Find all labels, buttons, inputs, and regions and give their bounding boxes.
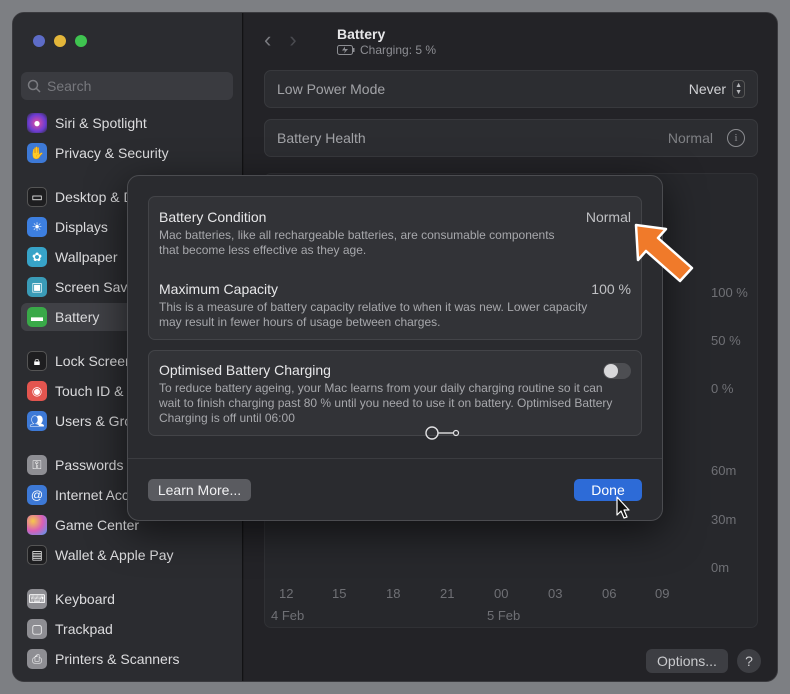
sidebar-item-label: Game Center — [55, 517, 140, 533]
learn-more-button[interactable]: Learn More... — [148, 479, 251, 501]
charging-battery-icon — [337, 45, 355, 55]
wallet-icon: ▤ — [27, 545, 47, 565]
date-label: 4 Feb — [271, 608, 305, 623]
page-title: Battery — [337, 26, 386, 42]
chevron-updown-icon: ▲ ▼ — [732, 80, 745, 98]
sidebar-item-label: Printers & Scanners — [55, 651, 180, 667]
sidebar-item-label: Battery — [55, 309, 100, 325]
battery-condition-card: Battery Condition Normal Mac batteries, … — [148, 196, 642, 340]
printer-icon: ⎙ — [27, 649, 47, 669]
battery-condition-title: Battery Condition — [159, 209, 267, 225]
sun-icon: ☀ — [27, 217, 47, 237]
battery-condition-description: Mac batteries, like all rechargeable bat… — [159, 228, 555, 257]
low-power-value: Never — [688, 81, 727, 97]
charging-status: Charging: 5 % — [360, 43, 437, 57]
optimised-charging-description: To reduce battery ageing, your Mac learn… — [159, 381, 613, 425]
sheet-divider — [128, 458, 662, 459]
sidebar-item-label: Privacy & Security — [55, 145, 169, 161]
flower-icon: ✿ — [27, 247, 47, 267]
dock-icon: ▭ — [27, 187, 47, 207]
battery-health-label: Battery Health — [277, 130, 366, 146]
optimised-charging-title: Optimised Battery Charging — [159, 362, 331, 378]
search-input[interactable] — [47, 78, 217, 94]
at-icon: @ — [27, 485, 47, 505]
key-icon: ⚿ — [27, 455, 47, 475]
x-tick-label: 18 — [386, 586, 401, 601]
x-tick-label: 15 — [332, 586, 347, 601]
sidebar-item-label: Lock Screen — [55, 353, 133, 369]
sidebar-item-wallet[interactable]: ▤ Wallet & Apple Pay — [21, 541, 235, 569]
battery-health-row: Battery Health Normal i — [264, 119, 758, 157]
x-tick-label: 09 — [655, 586, 670, 601]
close-window-button[interactable] — [33, 35, 45, 47]
optimised-charging-card: Optimised Battery Charging To reduce bat… — [148, 350, 642, 436]
trackpad-icon: ▢ — [27, 619, 47, 639]
battery-health-status: Normal i — [668, 129, 745, 147]
sidebar-item-keyboard[interactable]: ⌨ Keyboard — [21, 585, 235, 613]
sidebar-item-label: Siri & Spotlight — [55, 115, 147, 131]
minimize-window-button[interactable] — [54, 35, 66, 47]
sidebar-search[interactable] — [21, 72, 233, 100]
zoom-window-button[interactable] — [75, 35, 87, 47]
gamecenter-icon — [27, 515, 47, 535]
low-power-label: Low Power Mode — [277, 81, 386, 97]
screensaver-icon: ▣ — [27, 277, 47, 297]
help-button[interactable]: ? — [737, 649, 761, 673]
siri-icon: ● — [27, 113, 47, 133]
fingerprint-icon: ◉ — [27, 381, 47, 401]
low-power-row: Low Power Mode Never ▲ ▼ — [264, 70, 758, 108]
y-tick-label: 0 % — [711, 381, 734, 396]
maximum-capacity-description: This is a measure of battery capacity re… — [159, 300, 588, 329]
done-button[interactable]: Done — [574, 479, 642, 501]
navigation: ‹ › — [264, 27, 297, 53]
date-label: 5 Feb — [487, 608, 521, 623]
battery-condition-value: Normal — [585, 209, 631, 225]
low-power-select[interactable]: Never ▲ ▼ — [689, 80, 745, 98]
traffic-lights — [33, 35, 87, 47]
search-icon — [27, 79, 41, 93]
x-tick-label: 21 — [440, 586, 455, 601]
x-tick-label: 03 — [548, 586, 563, 601]
y-tick-label: 60m — [711, 463, 737, 478]
y-tick-label: 50 % — [711, 333, 741, 348]
battery-health-sheet: Battery Condition Normal Mac batteries, … — [127, 175, 663, 521]
page-subtitle: Charging: 5 % — [337, 43, 436, 57]
forward-button[interactable]: › — [289, 27, 296, 53]
maximum-capacity-title: Maximum Capacity — [159, 281, 279, 297]
sidebar-item-label: Keyboard — [55, 591, 115, 607]
users-icon: 👥︎ — [27, 411, 47, 431]
x-tick-label: 00 — [494, 586, 509, 601]
lock-icon: 🔒︎ — [27, 351, 47, 371]
x-tick-label: 06 — [602, 586, 617, 601]
sidebar-item-siri-spotlight[interactable]: ● Siri & Spotlight — [21, 109, 235, 137]
battery-icon: ▬ — [27, 307, 47, 327]
optimised-charging-toggle[interactable] — [603, 363, 631, 379]
sidebar-item-label: Passwords — [55, 457, 124, 473]
sidebar-item-label: Wallpaper — [55, 249, 118, 265]
battery-health-value: Normal — [667, 130, 713, 146]
x-tick-label: 12 — [279, 586, 294, 601]
sidebar-item-privacy-security[interactable]: ✋ Privacy & Security — [21, 139, 235, 167]
y-tick-label: 0m — [711, 560, 730, 575]
info-icon[interactable]: i — [727, 129, 745, 147]
sidebar-item-label: Wallet & Apple Pay — [55, 547, 174, 563]
sidebar-item-label: Displays — [55, 219, 108, 235]
y-tick-label: 30m — [711, 512, 737, 527]
maximum-capacity-value: 100 % — [591, 281, 631, 297]
sidebar-item-label: Trackpad — [55, 621, 113, 637]
y-tick-label: 100 % — [711, 285, 748, 300]
sidebar-item-printers[interactable]: ⎙ Printers & Scanners — [21, 645, 235, 673]
sidebar-item-trackpad[interactable]: ▢ Trackpad — [21, 615, 235, 643]
back-button[interactable]: ‹ — [264, 27, 271, 53]
hand-icon: ✋ — [27, 143, 47, 163]
keyboard-icon: ⌨ — [27, 589, 47, 609]
options-button[interactable]: Options... — [646, 649, 728, 673]
